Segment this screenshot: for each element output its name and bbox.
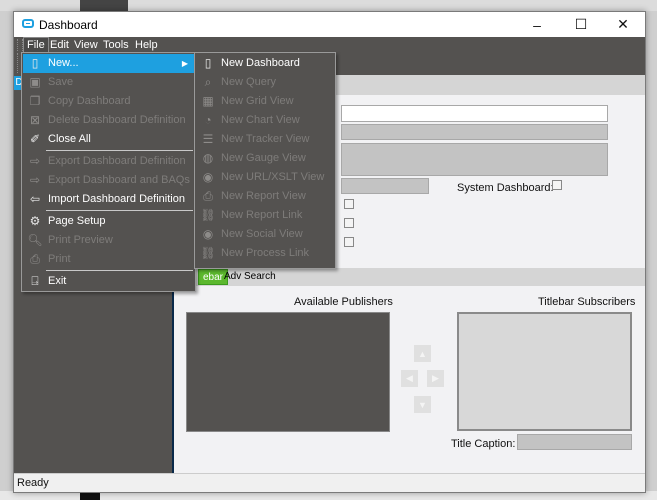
title-bar[interactable]: Dashboard – ☐ ✕	[14, 12, 645, 37]
new-document-icon: ▯	[204, 56, 212, 70]
status-bar: Ready	[14, 473, 645, 492]
menu-item-delete-dashboard[interactable]: ⊠ Delete Dashboard Definition	[23, 111, 194, 130]
export-icon: ⇨	[29, 173, 41, 187]
submenu-item-new-dashboard[interactable]: ▯ New Dashboard	[196, 54, 334, 73]
menu-item-print-preview[interactable]: 🔍︎ Print Preview	[23, 231, 194, 250]
menu-item-copy-dashboard[interactable]: ❐ Copy Dashboard	[23, 92, 194, 111]
link-icon: ⛓	[200, 246, 216, 260]
submenu-item-new-process-link[interactable]: ⛓ New Process Link	[196, 244, 334, 263]
option-checkbox-2[interactable]	[344, 218, 354, 228]
query-icon: ⌕	[204, 75, 212, 89]
system-dashboard-checkbox[interactable]	[552, 180, 562, 190]
submenu-item-new-report-link[interactable]: ⛓ New Report Link	[196, 206, 334, 225]
submenu-item-new-grid-view[interactable]: ▦ New Grid View	[196, 92, 334, 111]
menu-tools[interactable]: Tools	[100, 38, 132, 52]
titlebar-subscribers-list[interactable]	[457, 312, 632, 431]
dashboard-id-input[interactable]	[341, 105, 608, 122]
description-field	[341, 124, 608, 140]
gauge-icon: ◍	[202, 151, 214, 165]
desktop-background-dark	[80, 0, 128, 11]
title-caption-label: Title Caption:	[451, 438, 516, 450]
system-dashboard-label: System Dashboard:	[457, 182, 554, 194]
file-menu-dropdown: ▯ New... ▶ ▣ Save ❐ Copy Dashboard ⊠ Del…	[21, 52, 196, 292]
new-document-icon: ▯	[31, 56, 39, 70]
submenu-item-new-url-xslt-view[interactable]: ◉ New URL/XSLT View	[196, 168, 334, 187]
new-submenu-dropdown: ▯ New Dashboard ⌕ New Query ▦ New Grid V…	[194, 52, 336, 269]
printer-icon: ⎙	[203, 189, 213, 203]
menu-view[interactable]: View	[71, 38, 101, 52]
grid-icon: ▦	[202, 94, 214, 108]
globe-icon: ◉	[202, 170, 214, 184]
submenu-item-new-chart-view[interactable]: ◔ New Chart View	[196, 111, 334, 130]
copy-icon: ❐	[29, 94, 41, 108]
submenu-item-new-report-view[interactable]: ⎙ New Report View	[196, 187, 334, 206]
printer-icon: ⎙	[30, 252, 40, 266]
export-icon: ⇨	[29, 154, 41, 168]
tab-adv-search[interactable]: Adv Search	[220, 269, 280, 285]
owner-field	[341, 178, 429, 194]
menu-item-new[interactable]: ▯ New... ▶	[23, 54, 194, 73]
save-icon: ▣	[29, 75, 41, 89]
pie-chart-icon: ◔	[204, 113, 212, 127]
menu-help[interactable]: Help	[132, 38, 161, 52]
submenu-item-new-gauge-view[interactable]: ◍ New Gauge View	[196, 149, 334, 168]
maximize-button[interactable]: ☐	[561, 12, 601, 37]
close-button[interactable]: ✕	[603, 12, 643, 37]
menu-item-save[interactable]: ▣ Save	[23, 73, 194, 92]
minimize-button[interactable]: –	[517, 12, 557, 37]
menu-item-export-definition[interactable]: ⇨ Export Dashboard Definition	[23, 152, 194, 171]
title-caption-input[interactable]	[517, 434, 632, 450]
notes-field	[341, 143, 608, 176]
menu-item-print[interactable]: ⎙ Print	[23, 250, 194, 269]
print-preview-icon: 🔍︎	[27, 233, 43, 247]
delete-icon: ⊠	[29, 113, 41, 127]
move-left-button[interactable]: ◀	[401, 370, 418, 387]
menu-separator	[46, 270, 193, 271]
link-icon: ⛓	[200, 208, 216, 222]
move-down-button[interactable]: ▼	[414, 396, 431, 413]
menu-separator	[46, 210, 193, 211]
globe-icon: ◉	[202, 227, 214, 241]
menu-item-export-baqs[interactable]: ⇨ Export Dashboard and BAQs	[23, 171, 194, 190]
menu-bar: File Edit View Tools Help	[14, 37, 645, 53]
move-up-button[interactable]: ▲	[414, 345, 431, 362]
available-publishers-list[interactable]	[186, 312, 390, 432]
window-title: Dashboard	[39, 18, 98, 32]
menu-item-page-setup[interactable]: ⚙ Page Setup	[23, 212, 194, 231]
exit-door-icon: ⍈	[31, 274, 39, 288]
submenu-arrow-icon: ▶	[181, 59, 188, 68]
tab-strip: ebar Adv Search	[174, 268, 645, 286]
status-text: Ready	[17, 477, 49, 489]
submenu-item-new-social-view[interactable]: ◉ New Social View	[196, 225, 334, 244]
menu-item-exit[interactable]: ⍈ Exit	[23, 272, 194, 291]
menu-separator	[46, 150, 193, 151]
titlebar-subscribers-label: Titlebar Subscribers	[538, 296, 636, 308]
submenu-item-new-tracker-view[interactable]: ☰ New Tracker View	[196, 130, 334, 149]
menu-edit[interactable]: Edit	[47, 38, 72, 52]
move-right-button[interactable]: ▶	[427, 370, 444, 387]
submenu-item-new-query[interactable]: ⌕ New Query	[196, 73, 334, 92]
option-checkbox-1[interactable]	[344, 199, 354, 209]
broom-icon: ✐	[29, 132, 41, 146]
option-checkbox-3[interactable]	[344, 237, 354, 247]
tracker-icon: ☰	[202, 132, 214, 146]
page-setup-icon: ⚙	[29, 214, 41, 228]
app-icon	[22, 19, 34, 28]
menu-file[interactable]: File	[23, 37, 49, 53]
import-icon: ⇦	[29, 192, 41, 206]
menu-item-import-definition[interactable]: ⇦ Import Dashboard Definition	[23, 190, 194, 209]
menu-item-close-all[interactable]: ✐ Close All	[23, 130, 194, 149]
available-publishers-label: Available Publishers	[294, 296, 393, 308]
